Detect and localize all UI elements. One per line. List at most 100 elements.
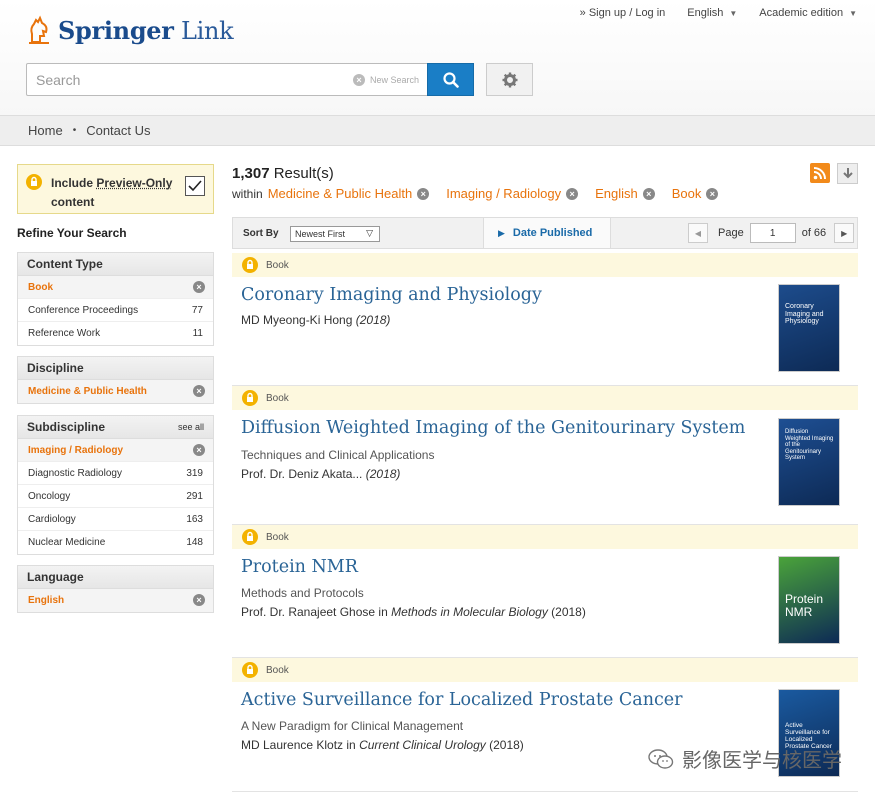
lock-icon: [26, 174, 42, 190]
facet-row[interactable]: Oncology 291: [18, 485, 213, 508]
facet-row-label: Reference Work: [28, 328, 101, 339]
facet-selected-discipline[interactable]: Medicine & Public Health ×: [18, 380, 213, 403]
facet-title: Content Type: [18, 253, 213, 276]
previous-page-button[interactable]: ◀: [688, 223, 708, 243]
facet-row[interactable]: Reference Work 11: [18, 322, 213, 345]
edition-dropdown[interactable]: Academic edition ▼: [759, 7, 857, 19]
date-published-toggle[interactable]: ▶ Date Published: [483, 218, 611, 248]
facet-row-count: 11: [192, 328, 203, 339]
result-item: Book Diffusion Weighted Imaging of the G…: [232, 386, 858, 525]
pagination: ◀ Page 1 of 66 ▶: [688, 223, 855, 243]
result-item: Book Coronary Imaging and Physiology MD …: [232, 253, 858, 386]
facet-row[interactable]: Nuclear Medicine 148: [18, 531, 213, 554]
springer-horse-icon: [29, 15, 49, 44]
facet-row[interactable]: Diagnostic Radiology 319: [18, 462, 213, 485]
result-authors: Prof. Dr. Deniz Akata... (2018): [241, 467, 401, 481]
cover-title: Diffusion Weighted Imaging of the Genito…: [785, 429, 834, 462]
top-links: » Sign up / Log in English ▼ Academic edi…: [580, 7, 857, 19]
nav-home[interactable]: Home: [28, 123, 63, 138]
search-input[interactable]: [27, 64, 327, 95]
facet-row-count: 148: [186, 537, 203, 548]
result-authors: Prof. Dr. Ranajeet Ghose in Methods in M…: [241, 605, 586, 619]
facet-content-type: Content Type Book × Conference Proceeding…: [17, 252, 214, 346]
facet-row-label: Cardiology: [28, 514, 76, 525]
sort-by-label: Sort By: [243, 228, 279, 239]
facet-selected-subdiscipline[interactable]: Imaging / Radiology ×: [18, 439, 213, 462]
facet-selected-language[interactable]: English ×: [18, 589, 213, 612]
remove-filter-icon[interactable]: ×: [193, 385, 205, 397]
lock-icon: [242, 662, 258, 678]
new-search-label: New Search: [369, 75, 419, 85]
facet-row[interactable]: Conference Proceedings 77: [18, 299, 213, 322]
next-page-button[interactable]: ▶: [834, 223, 855, 243]
remove-filter-icon[interactable]: ×: [193, 444, 205, 456]
nav-separator: •: [72, 125, 77, 136]
rss-feed-button[interactable]: [810, 163, 830, 183]
page-number-input[interactable]: 1: [749, 223, 796, 243]
springer-link-logo[interactable]: Springer Link: [26, 14, 234, 46]
search-settings-button[interactable]: [486, 63, 533, 96]
edition-label: Academic edition: [759, 7, 844, 19]
result-title-link[interactable]: Protein NMR: [241, 557, 358, 577]
content-type-label: Book: [266, 259, 289, 271]
see-all-link[interactable]: see all: [178, 422, 204, 432]
lock-icon: [242, 257, 258, 273]
facet-title: Discipline: [18, 357, 213, 380]
book-cover[interactable]: Coronary Imaging and Physiology: [778, 284, 840, 372]
result-title-link[interactable]: Coronary Imaging and Physiology: [241, 285, 542, 305]
new-search-button[interactable]: × New Search: [352, 74, 419, 86]
search-icon: [442, 71, 459, 88]
book-cover[interactable]: Protein NMR: [778, 556, 840, 644]
site-header: Springer Link » Sign up / Log in English…: [0, 0, 875, 116]
search-button[interactable]: [427, 63, 474, 96]
facet-title: Subdiscipline see all: [18, 416, 213, 439]
filter-chip[interactable]: Imaging / Radiology ×: [446, 186, 579, 201]
filter-chip[interactable]: Book ×: [672, 186, 719, 201]
content-type-bar: Book: [232, 525, 858, 549]
facet-row[interactable]: Cardiology 163: [18, 508, 213, 531]
signup-login-link[interactable]: » Sign up / Log in: [580, 7, 666, 19]
results-count: 1,307 Result(s): [232, 165, 334, 182]
facet-subdiscipline: Subdiscipline see all Imaging / Radiology…: [17, 415, 214, 555]
facet-row-label: Oncology: [28, 491, 71, 502]
facet-row-label: Nuclear Medicine: [28, 537, 106, 548]
sort-bar: Sort By Newest First ▽ ▶ Date Published ◀ …: [232, 217, 858, 249]
checkmark-icon: [188, 180, 202, 192]
active-filters: within Medicine & Public Health × Imaging…: [232, 186, 730, 201]
remove-filter-icon[interactable]: ×: [642, 187, 655, 200]
facet-row-count: 319: [186, 468, 203, 479]
sort-order-select[interactable]: Newest First ▽: [290, 226, 380, 242]
preview-only-checkbox[interactable]: [185, 176, 205, 196]
facet-row-count: 291: [186, 491, 203, 502]
lock-icon: [242, 390, 258, 406]
remove-filter-icon[interactable]: ×: [417, 187, 430, 200]
filter-chip[interactable]: English ×: [595, 186, 655, 201]
facet-row-label: Conference Proceedings: [28, 305, 139, 316]
triangle-right-icon: ▶: [498, 228, 505, 238]
download-results-button[interactable]: [837, 163, 858, 184]
remove-filter-icon[interactable]: ×: [193, 594, 205, 606]
within-label: within: [232, 186, 263, 201]
result-title-link[interactable]: Active Surveillance for Localized Prosta…: [241, 690, 683, 710]
language-label: English: [687, 7, 724, 19]
result-title-link[interactable]: Diffusion Weighted Imaging of the Genito…: [241, 418, 745, 438]
remove-filter-icon[interactable]: ×: [193, 281, 205, 293]
remove-filter-icon[interactable]: ×: [706, 187, 719, 200]
result-item: Book Protein NMR Methods and Protocols P…: [232, 525, 858, 658]
facet-title: Language: [18, 566, 213, 589]
breadcrumb-nav: Home • Contact Us: [0, 116, 875, 146]
chevron-down-icon: ▼: [849, 8, 857, 18]
chevron-down-icon: ▼: [729, 8, 738, 18]
content-type-bar: Book: [232, 658, 858, 682]
facet-selected-book[interactable]: Book ×: [18, 276, 213, 299]
language-dropdown[interactable]: English ▼: [687, 7, 737, 19]
watermark-text: 影像医学与核医学: [682, 748, 842, 772]
book-cover[interactable]: Diffusion Weighted Imaging of the Genito…: [778, 418, 840, 506]
nav-contact[interactable]: Contact Us: [86, 123, 150, 138]
facet-row-count: 77: [191, 305, 203, 316]
filter-chip[interactable]: Medicine & Public Health ×: [268, 186, 430, 201]
remove-filter-icon[interactable]: ×: [566, 187, 579, 200]
clear-icon: ×: [352, 74, 365, 86]
facet-row-count: 163: [186, 514, 203, 525]
result-authors: MD Laurence Klotz in Current Clinical Ur…: [241, 738, 524, 752]
